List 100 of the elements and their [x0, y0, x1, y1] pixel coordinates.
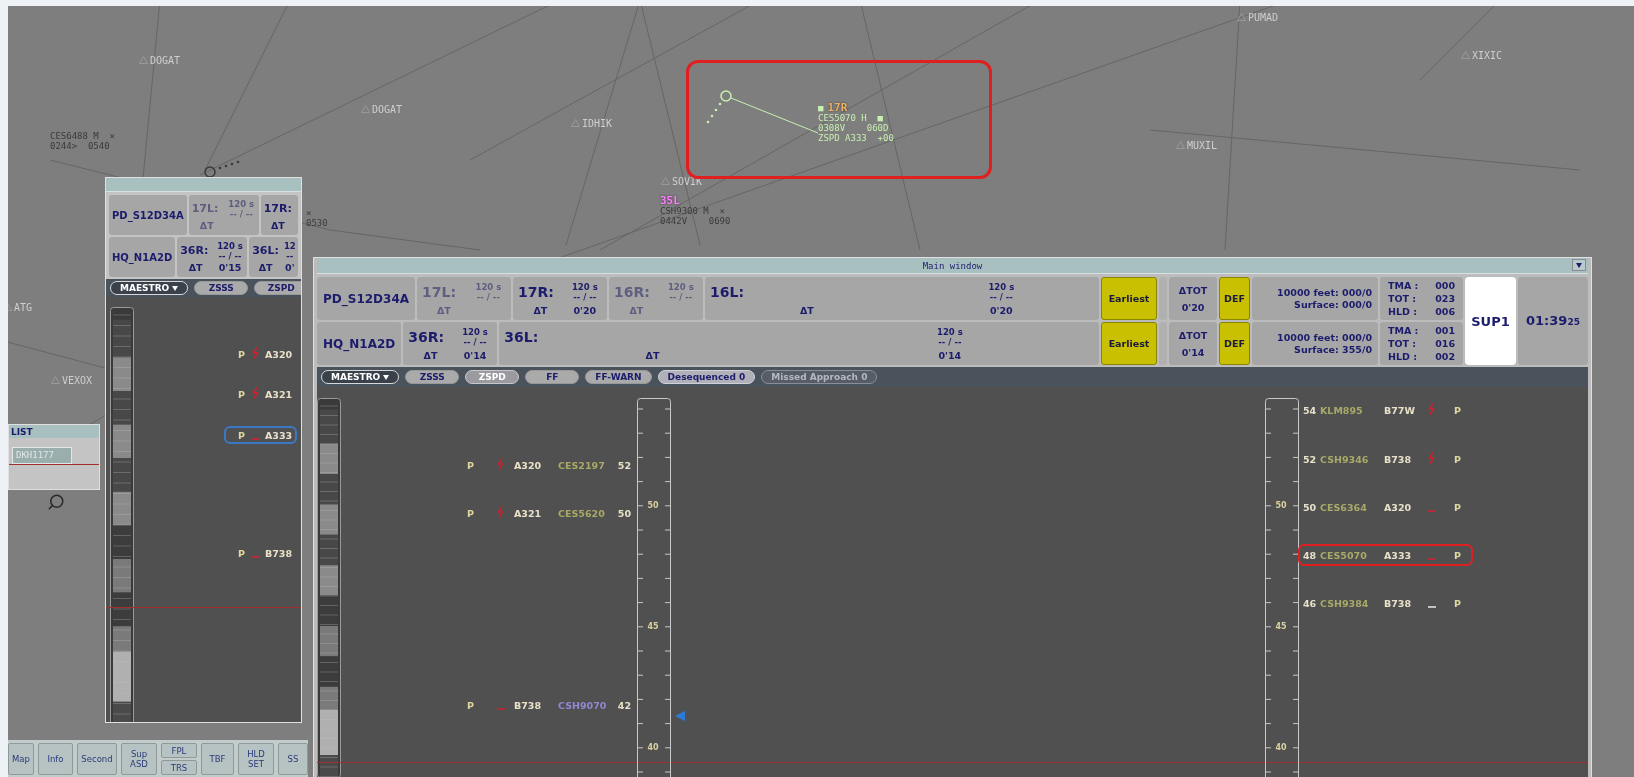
def-button[interactable]: DEF [1219, 322, 1250, 365]
waypoint-label: MUXIL [1187, 140, 1218, 151]
flight-row[interactable]: P B738 CSH9070 42 [462, 694, 636, 716]
waypoint-triangle-icon [1176, 141, 1185, 149]
clock-seconds: 25 [1567, 317, 1580, 327]
count-value: -- / -- [573, 292, 597, 302]
tab[interactable]: ZSSS [405, 370, 460, 384]
tab[interactable]: ZSSS [194, 281, 249, 295]
search-icon[interactable] [47, 493, 65, 511]
caret-icon [1576, 262, 1582, 268]
slot-number: 50 [1303, 501, 1318, 513]
aircraft-type: B738 [514, 699, 543, 711]
spacing-value: 120 s [988, 282, 1015, 292]
delta-label: ΔT [435, 305, 452, 318]
waypoint-label: ATG [14, 302, 33, 313]
flight-row[interactable]: P B738 [224, 544, 297, 562]
slot-number: 52 [1303, 453, 1318, 465]
flight-row[interactable]: P A320 CES2197 52 [462, 454, 636, 476]
runway-name: 36R: [180, 244, 210, 257]
aircraft-type: B738 [265, 547, 294, 559]
toolbar-button[interactable]: Sup ASD [121, 743, 157, 775]
flight-row[interactable]: P A321 CES5620 50 [462, 502, 636, 524]
waypoint-triangle-icon [361, 105, 370, 113]
count-value: -- / -- [989, 292, 1013, 302]
toolbar-button[interactable]: TRS [161, 760, 197, 775]
track-tag: ■ [818, 103, 824, 113]
sequence-name: PD_S12D34A [109, 195, 187, 235]
delta-value: 0'20 [572, 305, 598, 318]
counter-value: 002 [1435, 350, 1455, 363]
delta-value: 0'15 [217, 262, 243, 275]
toolbar-button[interactable]: SS [278, 743, 308, 775]
runway-name: 16L: [710, 284, 746, 300]
status-code: P [467, 459, 475, 471]
spacing-value: 120 s [217, 240, 243, 251]
def-button[interactable]: DEF [1219, 277, 1250, 320]
delta-label: ΔT [257, 262, 274, 275]
flight-row[interactable]: 48 CES5070 A333 P [1298, 544, 1473, 566]
sequence-name: PD_S12D34A [317, 277, 416, 320]
track-symbol-icon [706, 90, 819, 134]
spacing-value: 120 s [937, 327, 963, 337]
runway-name: 17R: [263, 202, 292, 215]
status-code: P [1454, 501, 1462, 513]
toolbar-button[interactable]: HLD SET [238, 743, 274, 775]
runway-name: 17L: [191, 202, 220, 215]
tick-label: 50 [646, 501, 660, 511]
count-value: -- / -- [229, 208, 253, 219]
earliest-button[interactable]: Earliest [1101, 322, 1157, 365]
window-menu-button[interactable] [1572, 259, 1586, 271]
runway-label: 17R [827, 103, 848, 113]
waypoint-label: IDHIK [582, 118, 613, 129]
flight-row[interactable]: P A320 [224, 345, 297, 363]
tab[interactable]: FF [525, 370, 580, 384]
status-code: P [238, 388, 246, 400]
callsign: CSH9346 [1320, 453, 1370, 465]
flight-row[interactable]: 46 CSH9384 B738 P [1298, 592, 1473, 614]
status-code: P [238, 547, 246, 559]
tab[interactable]: FF-WARN [585, 370, 652, 384]
menu-button[interactable]: MAESTRO [321, 370, 400, 384]
track-label: ZSPD A333 +00 [818, 133, 894, 143]
flight-row[interactable]: 54 KLM895 B77W P [1298, 399, 1473, 421]
aircraft-type: A320 [265, 348, 294, 360]
feet-count: 10000 feet: 000/0 [1277, 332, 1372, 343]
status-code: P [1454, 404, 1462, 416]
toolbar-button[interactable]: Second [77, 743, 117, 775]
flight-row[interactable]: 52 CSH9346 B738 P [1298, 448, 1473, 470]
slot-number: 52 [616, 459, 631, 471]
delta-label: ΔT [269, 220, 286, 233]
track-label: × [306, 208, 313, 218]
count-value: -- [286, 250, 294, 261]
caret-icon [172, 285, 179, 291]
flight-row[interactable]: P A333 [224, 426, 297, 444]
toolbar-button[interactable]: Map [8, 743, 34, 775]
delta-value: 0'14 [937, 350, 963, 363]
slot-number: 54 [1303, 404, 1318, 416]
window-title: LIST [11, 426, 33, 437]
toolbar-button[interactable]: Info [38, 743, 73, 775]
status-code: P [1454, 597, 1462, 609]
track-label: CSH9300 M × [660, 206, 727, 216]
delta-label: ΔT [628, 305, 645, 318]
track-symbol-icon [204, 160, 240, 178]
flight-row[interactable]: P A321 [224, 385, 297, 403]
runway-name: 17L: [422, 284, 458, 300]
delta-label: ΔT [187, 262, 204, 275]
tick-label: 40 [1274, 743, 1288, 753]
runway-name: 36L: [252, 244, 279, 257]
runway-label: 35L [660, 196, 680, 206]
counter-button[interactable]: Desequenced 0 [657, 370, 756, 384]
window-title: Main window [922, 260, 983, 271]
flight-row[interactable]: 50 CES6364 A320 P [1298, 496, 1473, 518]
menu-button[interactable]: MAESTRO [110, 281, 189, 295]
status-code: P [467, 699, 475, 711]
delta-tot-value: 0'20 [1181, 301, 1205, 313]
counter-label: HLD : [1388, 305, 1418, 318]
toolbar-button[interactable]: TBF [201, 743, 234, 775]
earliest-button[interactable]: Earliest [1101, 277, 1157, 320]
count-value: -- / -- [476, 292, 500, 302]
waypoint-triangle-icon [1237, 13, 1246, 21]
toolbar-button[interactable]: FPL [161, 743, 197, 758]
position-button[interactable]: SUP1 [1465, 277, 1516, 365]
tab[interactable]: ZSPD [254, 281, 301, 295]
